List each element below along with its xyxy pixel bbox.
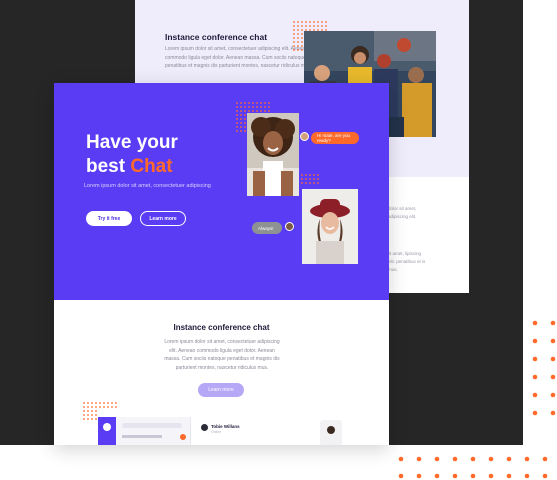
right-decor-dots bbox=[527, 318, 557, 428]
learn-more-button[interactable]: Learn more bbox=[140, 211, 186, 226]
app-add-icon[interactable] bbox=[180, 434, 186, 440]
woman-red-hat-photo bbox=[302, 189, 358, 264]
chat-bubble-grey: Always! bbox=[252, 222, 282, 234]
app-conversation-list bbox=[116, 417, 191, 445]
reply-avatar bbox=[285, 222, 294, 231]
front-page-preview: Have your best Chat Lorem ipsum dolor si… bbox=[54, 83, 389, 445]
contact-name: Tobie Willans bbox=[211, 424, 240, 429]
chat-app-preview: Tobie Willans Online bbox=[98, 417, 348, 445]
media-avatar bbox=[327, 426, 335, 434]
app-user-avatar bbox=[103, 423, 111, 431]
hero-title-prefix: best bbox=[86, 156, 131, 177]
section-paragraph: Lorem ipsum dolor sit amet, consectetuer… bbox=[164, 339, 280, 371]
sender-avatar bbox=[300, 132, 309, 141]
app-list-item[interactable] bbox=[122, 435, 162, 438]
section-title: Instance conference chat bbox=[173, 323, 270, 332]
hero-title-highlight: Chat bbox=[130, 156, 173, 177]
app-search-input[interactable] bbox=[122, 423, 182, 428]
app-sidebar bbox=[98, 417, 116, 445]
back-side-text-2: lit amet, lipiscing elit. penatibus et i… bbox=[388, 251, 426, 272]
back-side-text-1: dolor sit amet, adipiscing elit. bbox=[388, 206, 417, 219]
section-learn-more-button[interactable]: Learn more bbox=[198, 383, 244, 397]
hero-title: Have your best Chat bbox=[86, 131, 178, 179]
chat-media-card bbox=[320, 420, 342, 445]
chat-bubble-orange: Hi mate, are you ready? bbox=[311, 132, 359, 144]
hero-section: Have your best Chat Lorem ipsum dolor si… bbox=[54, 83, 389, 300]
smiling-woman-curly-hair-photo bbox=[247, 113, 299, 196]
hero-subtitle: Lorem ipsum dolor sit amet, consectetuer… bbox=[84, 183, 211, 189]
contact-status: Online bbox=[211, 430, 222, 434]
back-section-title: Instance conference chat bbox=[165, 32, 268, 42]
bottom-decor-dots bbox=[393, 454, 557, 480]
contact-avatar bbox=[201, 424, 208, 431]
hero-title-line1: Have your bbox=[86, 132, 178, 153]
try-it-free-button[interactable]: Try it free bbox=[86, 211, 132, 226]
hero-title-line2: best Chat bbox=[86, 155, 178, 179]
